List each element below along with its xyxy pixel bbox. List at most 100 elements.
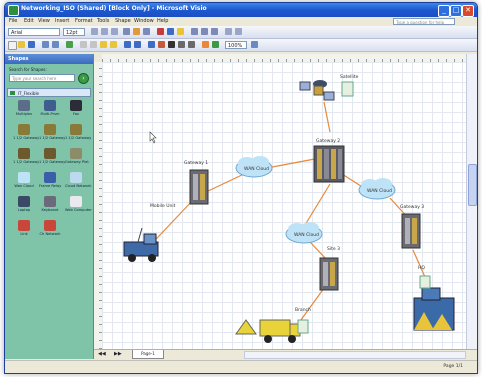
shape-item[interactable]: Gateway Plat [65, 148, 89, 164]
multiplexer-icon [44, 100, 56, 111]
shapes-window-icon[interactable] [202, 41, 209, 48]
satellite-icon[interactable] [299, 80, 354, 101]
format-painter-icon[interactable] [110, 41, 117, 48]
font-combo[interactable]: Arial [8, 28, 60, 36]
undo-icon[interactable] [124, 41, 131, 48]
hq-building-icon[interactable] [413, 275, 455, 331]
bold-icon[interactable] [91, 28, 98, 35]
text-tool-icon[interactable] [168, 41, 175, 48]
spelling-icon[interactable] [66, 41, 73, 48]
computer-icon [70, 196, 82, 207]
first-page-icon[interactable]: ◀◀ [98, 351, 106, 357]
shape-item[interactable]: Frame Relay [39, 172, 61, 188]
shape-item[interactable]: 1 1/2 Gateway [39, 148, 65, 164]
shape-item[interactable]: Cloud Network [65, 172, 92, 188]
branch-truck-icon[interactable] [235, 319, 309, 343]
new-icon[interactable] [8, 41, 17, 50]
paste-icon[interactable] [100, 41, 107, 48]
shape-search-input[interactable]: Type your search here [9, 74, 75, 82]
line-tool-icon[interactable] [178, 41, 185, 48]
shape-item[interactable]: Multi-Prsm [39, 100, 61, 116]
shadow-icon[interactable] [225, 28, 232, 35]
menu-window[interactable]: Window [134, 18, 154, 24]
font-size-combo[interactable]: 12pt [63, 28, 85, 36]
corner-rounding-icon[interactable] [235, 28, 242, 35]
shape-item[interactable]: 1 1/2 Gateway [13, 124, 39, 140]
shape-item[interactable]: 1 1/2 Gateway [39, 124, 65, 140]
maximize-button[interactable]: □ [450, 5, 462, 17]
shape-item[interactable]: Ch Network [39, 220, 61, 236]
cut-icon[interactable] [80, 41, 87, 48]
shape-item[interactable]: Multiplex [13, 100, 35, 116]
site3-server-icon[interactable] [319, 257, 339, 291]
mobile-label: Mobile Unit [150, 203, 176, 209]
zoom-combo[interactable]: 100% [225, 41, 247, 49]
shape-item-label: Multi-Prsm [40, 112, 60, 116]
stencil-header[interactable]: IT_Flexible [7, 88, 91, 97]
menu-shape[interactable]: Shape [115, 18, 131, 24]
menu-tools[interactable]: Tools [97, 18, 109, 24]
line-color-icon[interactable] [167, 28, 174, 35]
search-go-button[interactable]: › [78, 73, 89, 84]
gateway3-label: Gateway 3 [400, 204, 424, 210]
next-page-icon[interactable]: ▶▶ [114, 351, 122, 357]
font-color-icon[interactable] [157, 28, 164, 35]
close-button[interactable]: ✕ [462, 5, 474, 17]
align-left-icon[interactable] [123, 28, 130, 35]
gateway1-label: Gateway 1 [184, 160, 208, 166]
menu-insert[interactable]: Insert [55, 18, 69, 24]
print-icon[interactable] [42, 41, 49, 48]
align-right-icon[interactable] [143, 28, 150, 35]
connector-tool-icon[interactable] [158, 41, 165, 48]
italic-icon[interactable] [101, 28, 108, 35]
shape-item[interactable]: Laptop [13, 196, 35, 212]
shape-item[interactable]: Web Computer [65, 196, 92, 212]
open-icon[interactable] [18, 41, 25, 48]
menu-edit[interactable]: Edit [24, 18, 34, 24]
vertical-scrollbar[interactable] [466, 54, 477, 349]
drawing-canvas[interactable]: Satellite Gateway 2 Gateway 1 WAN Cloud … [102, 62, 467, 349]
gateway1-server-icon[interactable] [189, 169, 209, 205]
print-preview-icon[interactable] [52, 41, 59, 48]
menu-format[interactable]: Format [75, 18, 93, 24]
save-icon[interactable] [28, 41, 35, 48]
shape-item-label: Cloud Network [65, 184, 92, 188]
line-pattern-icon[interactable] [201, 28, 208, 35]
gateway2-label: Gateway 2 [316, 138, 340, 144]
mobile-unit-vehicle-icon[interactable] [123, 227, 159, 262]
gateway-icon [18, 148, 30, 159]
line-weight-icon[interactable] [191, 28, 198, 35]
shape-item[interactable]: 1 1/2 Gateway [13, 148, 39, 164]
copy-icon[interactable] [90, 41, 97, 48]
line-ends-icon[interactable] [211, 28, 218, 35]
stencil-icon[interactable] [212, 41, 219, 48]
gateway2-server-icon[interactable] [313, 145, 345, 183]
horizontal-scrollbar[interactable] [244, 351, 466, 359]
menu-help[interactable]: Help [157, 18, 168, 24]
frame-relay-icon [44, 172, 56, 183]
minimize-button[interactable]: _ [438, 5, 450, 17]
shape-item-label: Laptop [17, 208, 31, 212]
menu-view[interactable]: View [38, 18, 50, 24]
shape-item[interactable]: Link [13, 220, 35, 236]
ask-question-input[interactable]: Type a question for help [393, 18, 455, 25]
multiplexer-icon [18, 100, 30, 111]
shape-item[interactable]: 1 1/2 Gateway [65, 124, 91, 140]
redo-icon[interactable] [134, 41, 141, 48]
vertical-scroll-thumb[interactable] [468, 164, 477, 206]
shape-item[interactable]: Fax [65, 100, 87, 116]
menu-file[interactable]: File [9, 18, 17, 24]
shape-item-label: Gateway Plat [65, 160, 89, 164]
shape-item[interactable]: Keyboard [39, 196, 61, 212]
help-icon[interactable] [251, 41, 258, 48]
network-link-icon [44, 220, 56, 231]
branch-label: Branch [295, 307, 311, 313]
shape-item[interactable]: Wan Cloud [13, 172, 35, 188]
page-tab[interactable]: Page-1 [132, 350, 164, 359]
align-center-icon[interactable] [133, 28, 140, 35]
rectangle-tool-icon[interactable] [188, 41, 195, 48]
pointer-tool-icon[interactable] [148, 41, 155, 48]
gateway3-server-icon[interactable] [401, 213, 421, 249]
underline-icon[interactable] [111, 28, 118, 35]
fill-color-icon[interactable] [177, 28, 184, 35]
